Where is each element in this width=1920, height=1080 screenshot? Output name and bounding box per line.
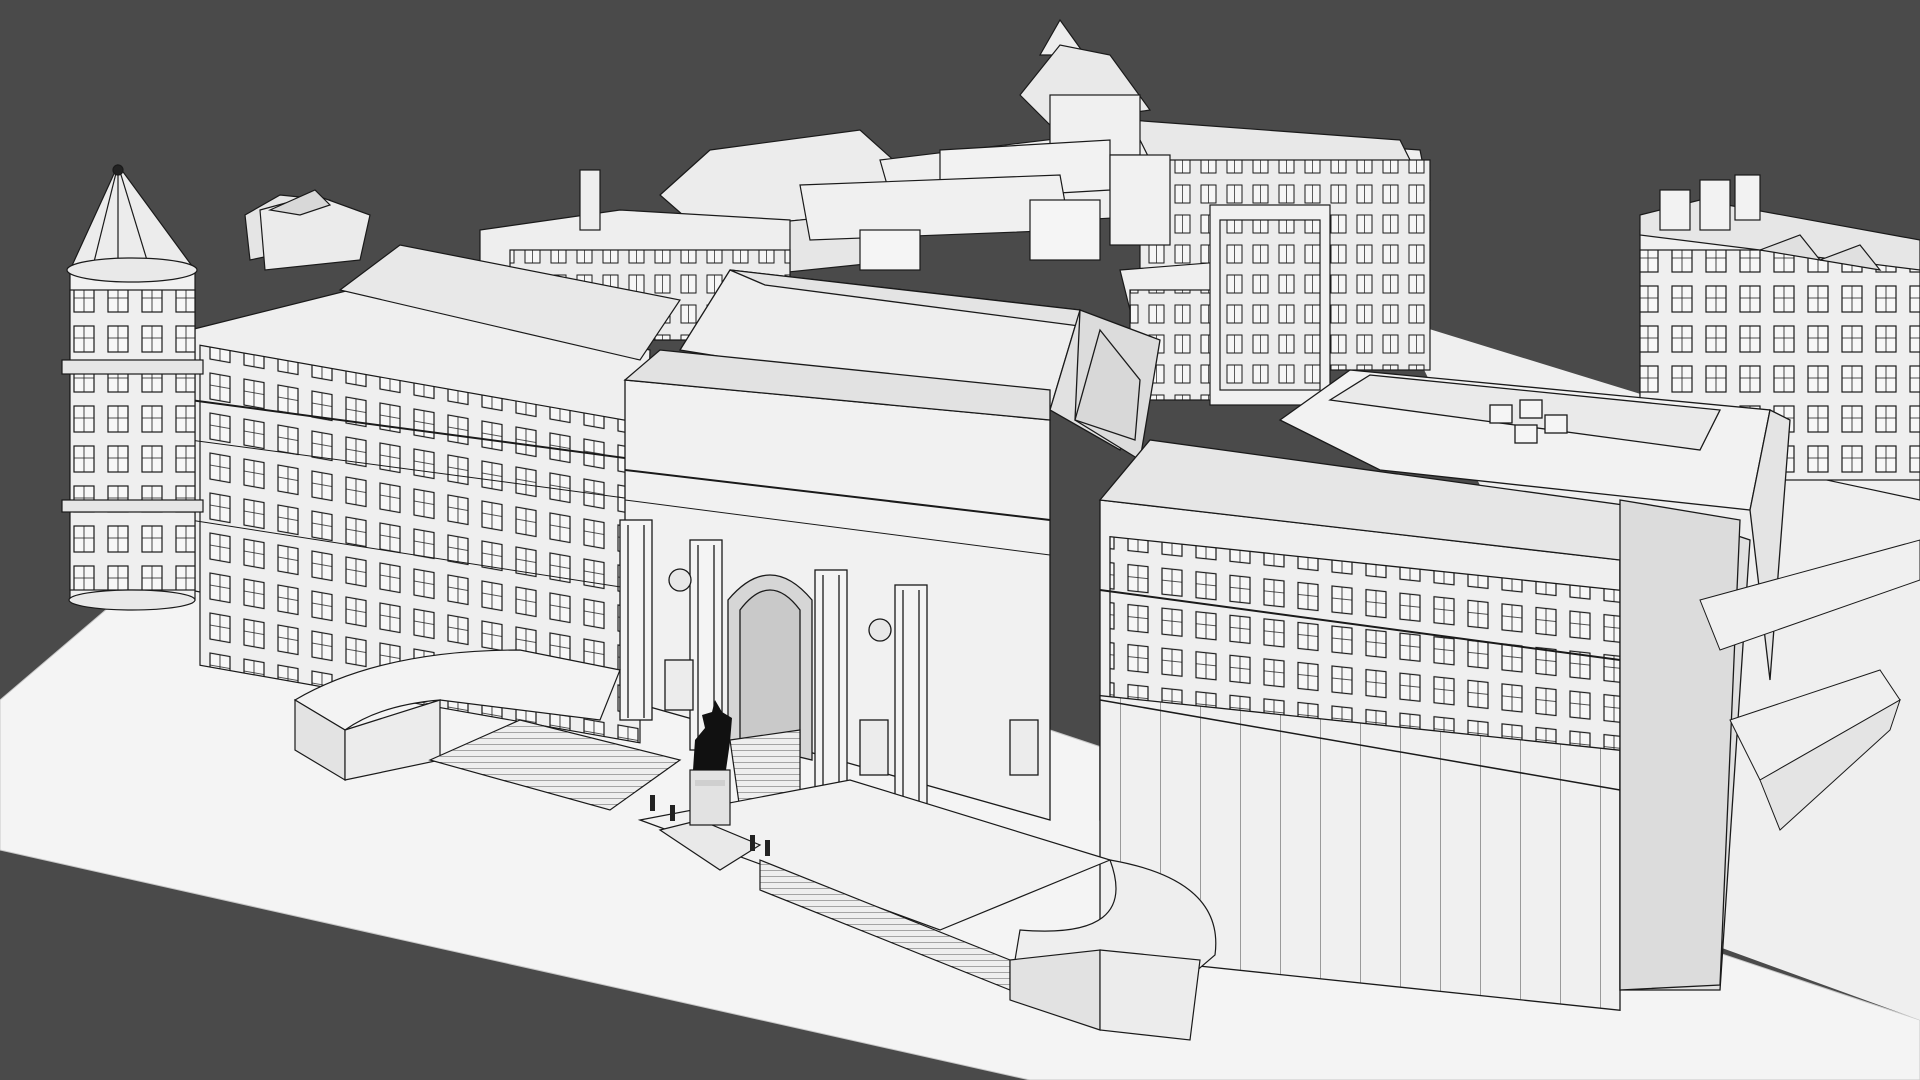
architectural-render bbox=[0, 0, 1920, 1080]
